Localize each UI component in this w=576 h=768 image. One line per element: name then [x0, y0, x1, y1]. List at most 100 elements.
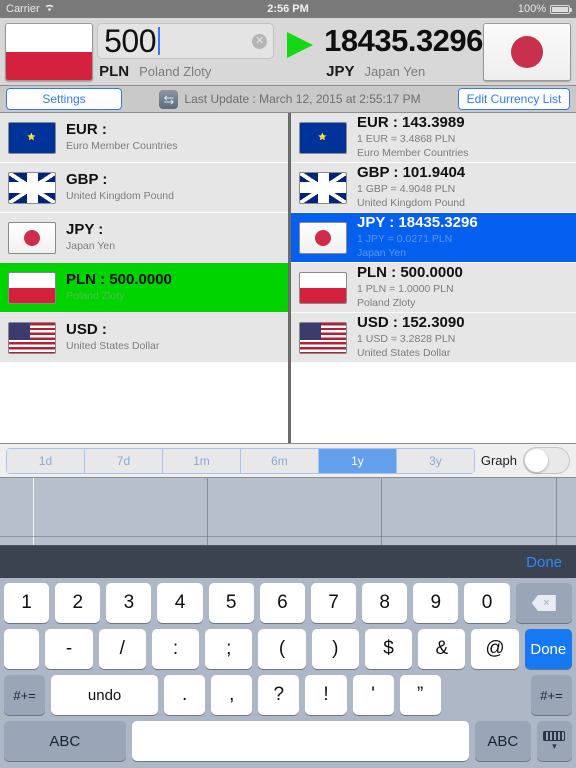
edit-currency-list-button[interactable]: Edit Currency List [458, 88, 570, 110]
row-text: EUR : 143.3989 1 EUR = 3.4868 PLN Euro M… [357, 114, 468, 160]
currency-row[interactable]: USD : 152.3090 1 USD = 3.2828 PLN United… [291, 313, 576, 363]
key-abc-left[interactable]: ABC [4, 721, 126, 761]
text-caret [158, 27, 160, 55]
currency-row[interactable]: ⭐ EUR : Euro Member Countries [0, 113, 288, 163]
currency-row[interactable]: JPY : Japan Yen [0, 213, 288, 263]
key-6[interactable]: 6 [259, 583, 305, 623]
row-currency-name: United States Dollar [357, 346, 451, 359]
status-bar: Carrier 2:56 PM 100% [0, 0, 576, 18]
row-currency-name: Euro Member Countries [357, 146, 469, 159]
keyboard-row-punctuation: #+= undo.,?! '” #+= [4, 675, 573, 715]
source-currency-name: Poland Zloty [139, 64, 212, 79]
key-”[interactable]: ” [399, 675, 441, 715]
row-title: JPY : 18435.3296 [357, 214, 478, 232]
key-space[interactable] [131, 721, 469, 761]
key-0[interactable]: 0 [464, 583, 510, 623]
target-currency-list[interactable]: ⭐ EUR : 143.3989 1 EUR = 3.4868 PLN Euro… [291, 113, 576, 443]
key-8[interactable]: 8 [362, 583, 408, 623]
range-segmented-control[interactable]: 1d 7d 1m 6m 1y 3y [6, 447, 475, 474]
key-)[interactable]: ) [311, 629, 359, 669]
key--[interactable]: - [45, 629, 93, 669]
row-text: USD : 152.3090 1 USD = 3.2828 PLN United… [357, 314, 465, 360]
backspace-icon[interactable]: × [515, 583, 572, 623]
range-option-1y[interactable]: 1y [317, 447, 396, 474]
currency-row[interactable]: GBP : 101.9404 1 GBP = 4.9048 PLN United… [291, 163, 576, 213]
key-/[interactable]: / [98, 629, 146, 669]
row-title: PLN : 500.0000 [357, 264, 463, 282]
range-option-6m[interactable]: 6m [239, 447, 318, 474]
source-currency-block: 500 ✕ PLN Poland Zloty [93, 22, 278, 81]
key-7[interactable]: 7 [310, 583, 357, 623]
refresh-icon[interactable]: ⇆ [159, 89, 179, 109]
currency-row[interactable]: PLN : 500.0000 Poland Zloty [0, 263, 288, 313]
key-:[interactable]: : [151, 629, 200, 669]
row-rate: 1 JPY = 0.0271 PLN [357, 233, 453, 246]
amount-input[interactable]: 500 ✕ [97, 23, 275, 59]
source-currency-list[interactable]: ⭐ EUR : Euro Member Countries GBP : Unit… [0, 113, 288, 443]
key-symbols-left[interactable]: #+= [4, 675, 46, 715]
key-5[interactable]: 5 [208, 583, 254, 623]
row-title: GBP : 101.9404 [357, 164, 466, 182]
keyboard-done-button[interactable]: Done [524, 629, 572, 669]
key-([interactable]: ( [258, 629, 306, 669]
currency-row[interactable]: USD : United States Dollar [0, 313, 288, 363]
range-option-7d[interactable]: 7d [83, 447, 162, 474]
source-flag-poland-icon[interactable] [5, 22, 94, 81]
amount-value: 500 [104, 23, 156, 59]
key-2[interactable]: 2 [55, 583, 101, 623]
status-bar-time: 2:56 PM [267, 3, 309, 15]
range-option-1d[interactable]: 1d [6, 447, 84, 474]
key-@[interactable]: @ [471, 629, 519, 669]
toolbar: Settings ⇆ Last Update : March 12, 2015 … [0, 86, 576, 113]
key-;[interactable]: ; [205, 629, 253, 669]
source-currency-line: PLN Poland Zloty [97, 59, 274, 80]
hide-keyboard-icon[interactable]: ▾ [536, 721, 572, 761]
target-flag-japan-icon[interactable] [482, 22, 572, 81]
key-3[interactable]: 3 [106, 583, 152, 623]
keyboard-row-numbers: 1234567890 × [4, 583, 572, 623]
row-text: EUR : Euro Member Countries [66, 121, 177, 153]
key-4[interactable]: 4 [157, 583, 203, 623]
row-text: JPY : 18435.3296 1 JPY = 0.0271 PLN Japa… [357, 214, 478, 260]
target-currency-code: JPY [326, 62, 355, 80]
flag-usa-icon [8, 321, 56, 354]
currency-row[interactable]: GBP : United Kingdom Pound [0, 163, 288, 213]
keyboard-done-accessory-button[interactable]: Done [526, 554, 562, 571]
battery-percent-label: 100% [517, 3, 546, 15]
key-,[interactable]: , [211, 675, 253, 715]
key-spacer-left [4, 629, 40, 669]
currency-row[interactable]: JPY : 18435.3296 1 JPY = 0.0271 PLN Japa… [291, 213, 576, 263]
key-&[interactable]: & [418, 629, 466, 669]
settings-button[interactable]: Settings [6, 88, 122, 110]
key-1[interactable]: 1 [4, 583, 50, 623]
status-bar-right: 100% [517, 3, 572, 15]
row-rate: 1 PLN = 1.0000 PLN [357, 283, 454, 296]
key-symbols-right[interactable]: #+= [530, 675, 573, 715]
key-?[interactable]: ? [258, 675, 300, 715]
target-currency-name: Japan Yen [364, 63, 426, 79]
row-text: GBP : United Kingdom Pound [66, 171, 174, 203]
rate-graph[interactable] [0, 477, 576, 546]
graph-toggle-switch[interactable] [523, 447, 570, 474]
key-undo[interactable]: undo [51, 675, 159, 715]
key-abc-right[interactable]: ABC [474, 721, 531, 761]
row-title: GBP : [66, 171, 108, 189]
last-update-label: Last Update : March 12, 2015 at 2:55:17 … [184, 92, 421, 106]
key-![interactable]: ! [305, 675, 347, 715]
range-option-1m[interactable]: 1m [161, 447, 240, 474]
row-text: PLN : 500.0000 1 PLN = 1.0000 PLN Poland… [357, 264, 463, 310]
key-'[interactable]: ' [352, 675, 394, 715]
range-option-3y[interactable]: 3y [395, 447, 475, 474]
currency-row[interactable]: ⭐ EUR : 143.3989 1 EUR = 3.4868 PLN Euro… [291, 113, 576, 163]
clear-icon[interactable]: ✕ [252, 33, 268, 49]
battery-full-icon [550, 4, 572, 14]
key-$[interactable]: $ [364, 629, 413, 669]
key-9[interactable]: 9 [413, 583, 459, 623]
key-.[interactable]: . [164, 675, 206, 715]
last-update-block: ⇆ Last Update : March 12, 2015 at 2:55:1… [130, 89, 450, 109]
convert-direction [278, 22, 322, 81]
row-text: USD : United States Dollar [66, 321, 159, 353]
keyboard-accessory-bar: Done [0, 546, 576, 578]
currency-row[interactable]: PLN : 500.0000 1 PLN = 1.0000 PLN Poland… [291, 263, 576, 313]
target-currency-line: JPY Japan Yen [324, 59, 483, 80]
